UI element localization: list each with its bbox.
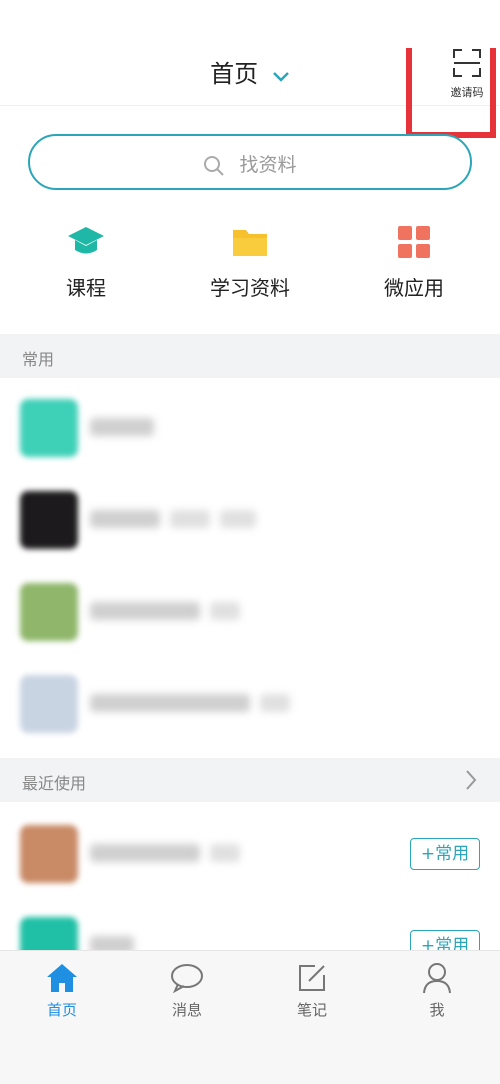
blurred-title [90, 600, 240, 622]
app-thumbnail [20, 825, 78, 883]
home-icon [47, 964, 77, 992]
invite-code-button[interactable]: 邀请码 [446, 48, 488, 99]
list-item[interactable] [0, 660, 500, 752]
page-title: 首页 [210, 60, 259, 88]
app-thumbnail [20, 491, 78, 549]
tab-label: 消息 [171, 1001, 202, 1019]
app-thumbnail [20, 583, 78, 641]
section-common-label: 常用 [22, 350, 55, 369]
folder-icon [233, 230, 267, 256]
tab-home[interactable]: 首页 [22, 961, 102, 1020]
person-icon [423, 963, 451, 994]
section-common-header: 常用 [0, 334, 500, 378]
add-to-common-button[interactable]: +常用 [410, 838, 480, 870]
shortcut-label: 学习资料 [210, 276, 290, 300]
search-placeholder: 找资料 [239, 154, 297, 176]
tab-label: 笔记 [296, 1001, 327, 1019]
chat-bubble-icon [171, 964, 203, 993]
list-item[interactable] [0, 568, 500, 660]
bottom-safe-area [0, 1022, 500, 1084]
scan-icon [453, 49, 481, 77]
tab-label: 首页 [46, 1001, 77, 1019]
top-bar: 首页 邀请码 [0, 0, 500, 106]
list-item[interactable] [0, 476, 500, 568]
search-input[interactable]: 找资料 [28, 134, 472, 190]
bottom-tab-bar: 首页 消息 笔记 我 [0, 950, 500, 1022]
graduation-cap-icon [68, 227, 104, 254]
app-thumbnail [20, 675, 78, 733]
chevron-right-icon [464, 768, 478, 796]
tab-me[interactable]: 我 [397, 961, 477, 1020]
blurred-title [90, 842, 240, 864]
shortcut-label: 课程 [66, 276, 106, 300]
list-item[interactable]: +常用 [0, 810, 500, 902]
section-recent-label: 最近使用 [22, 774, 87, 793]
shortcut-label: 微应用 [384, 276, 444, 300]
grid-apps-icon [398, 226, 430, 258]
shortcut-courses[interactable]: 课程 [26, 222, 146, 301]
blurred-title [90, 416, 154, 438]
app-thumbnail [20, 399, 78, 457]
note-edit-icon [299, 965, 325, 991]
shortcut-row: 课程 学习资料 微应用 [0, 222, 500, 312]
blurred-title [90, 508, 256, 530]
tab-messages[interactable]: 消息 [147, 961, 227, 1020]
blurred-title [90, 692, 290, 714]
shortcut-materials[interactable]: 学习资料 [190, 222, 310, 301]
shortcut-micro-apps[interactable]: 微应用 [354, 222, 474, 301]
tab-label: 我 [429, 1001, 445, 1019]
list-item[interactable] [0, 384, 500, 476]
invite-code-label: 邀请码 [450, 86, 484, 99]
section-recent-header[interactable]: 最近使用 [0, 758, 500, 802]
chevron-down-icon [272, 61, 290, 89]
tab-notes[interactable]: 笔记 [272, 961, 352, 1020]
search-icon [204, 155, 225, 176]
page-title-dropdown[interactable]: 首页 [0, 54, 500, 89]
